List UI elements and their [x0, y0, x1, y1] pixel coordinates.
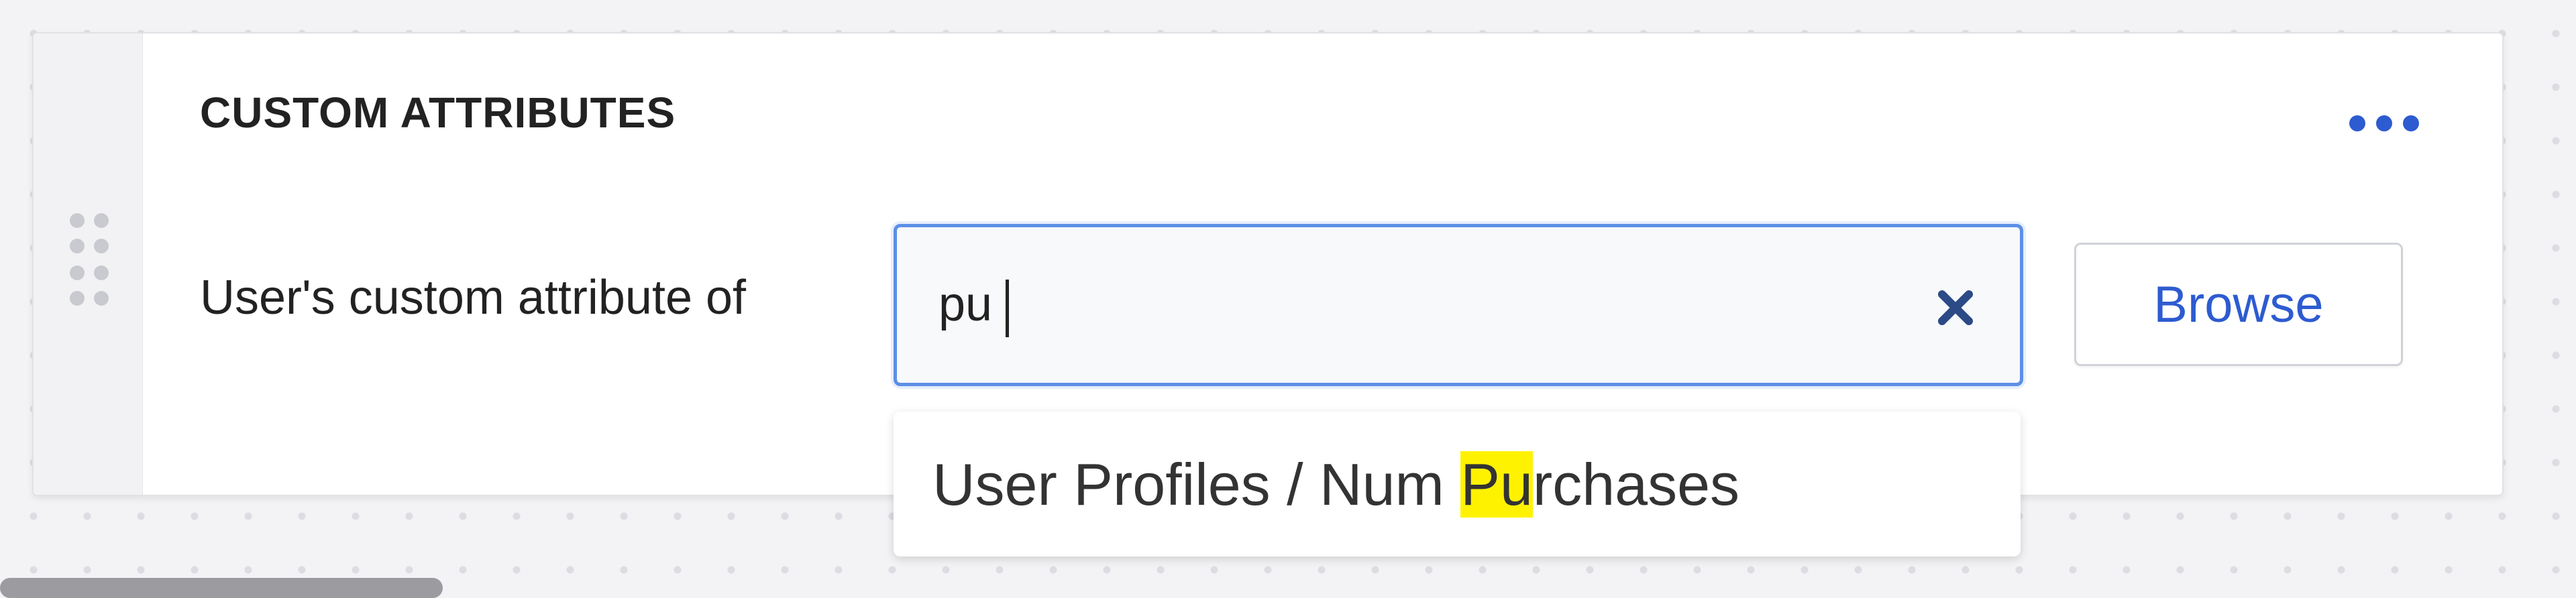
horizontal-scrollbar[interactable]: [0, 578, 443, 598]
suggestion-item[interactable]: User Profiles / Num Purchases: [894, 412, 2021, 556]
suggestion-dropdown: User Profiles / Num Purchases: [894, 412, 2021, 556]
drag-handle-icon[interactable]: [70, 213, 110, 307]
more-options-icon[interactable]: [2349, 109, 2430, 135]
close-icon[interactable]: [1929, 281, 1982, 335]
attribute-label: User's custom attribute of: [200, 271, 747, 324]
suggestion-match-highlight: Pu: [1460, 451, 1533, 518]
section-title: CUSTOM ATTRIBUTES: [200, 88, 676, 137]
suggestion-suffix: rchases: [1532, 451, 1740, 518]
browse-button[interactable]: Browse: [2074, 243, 2403, 366]
attribute-search-input[interactable]: [938, 267, 1878, 341]
suggestion-label: User Profiles / Num Purchases: [932, 451, 1739, 518]
text-caret: [1006, 280, 1009, 337]
attribute-search-field[interactable]: [894, 224, 2023, 386]
drag-rail: [34, 34, 143, 495]
suggestion-prefix: User Profiles / Num: [932, 451, 1461, 518]
